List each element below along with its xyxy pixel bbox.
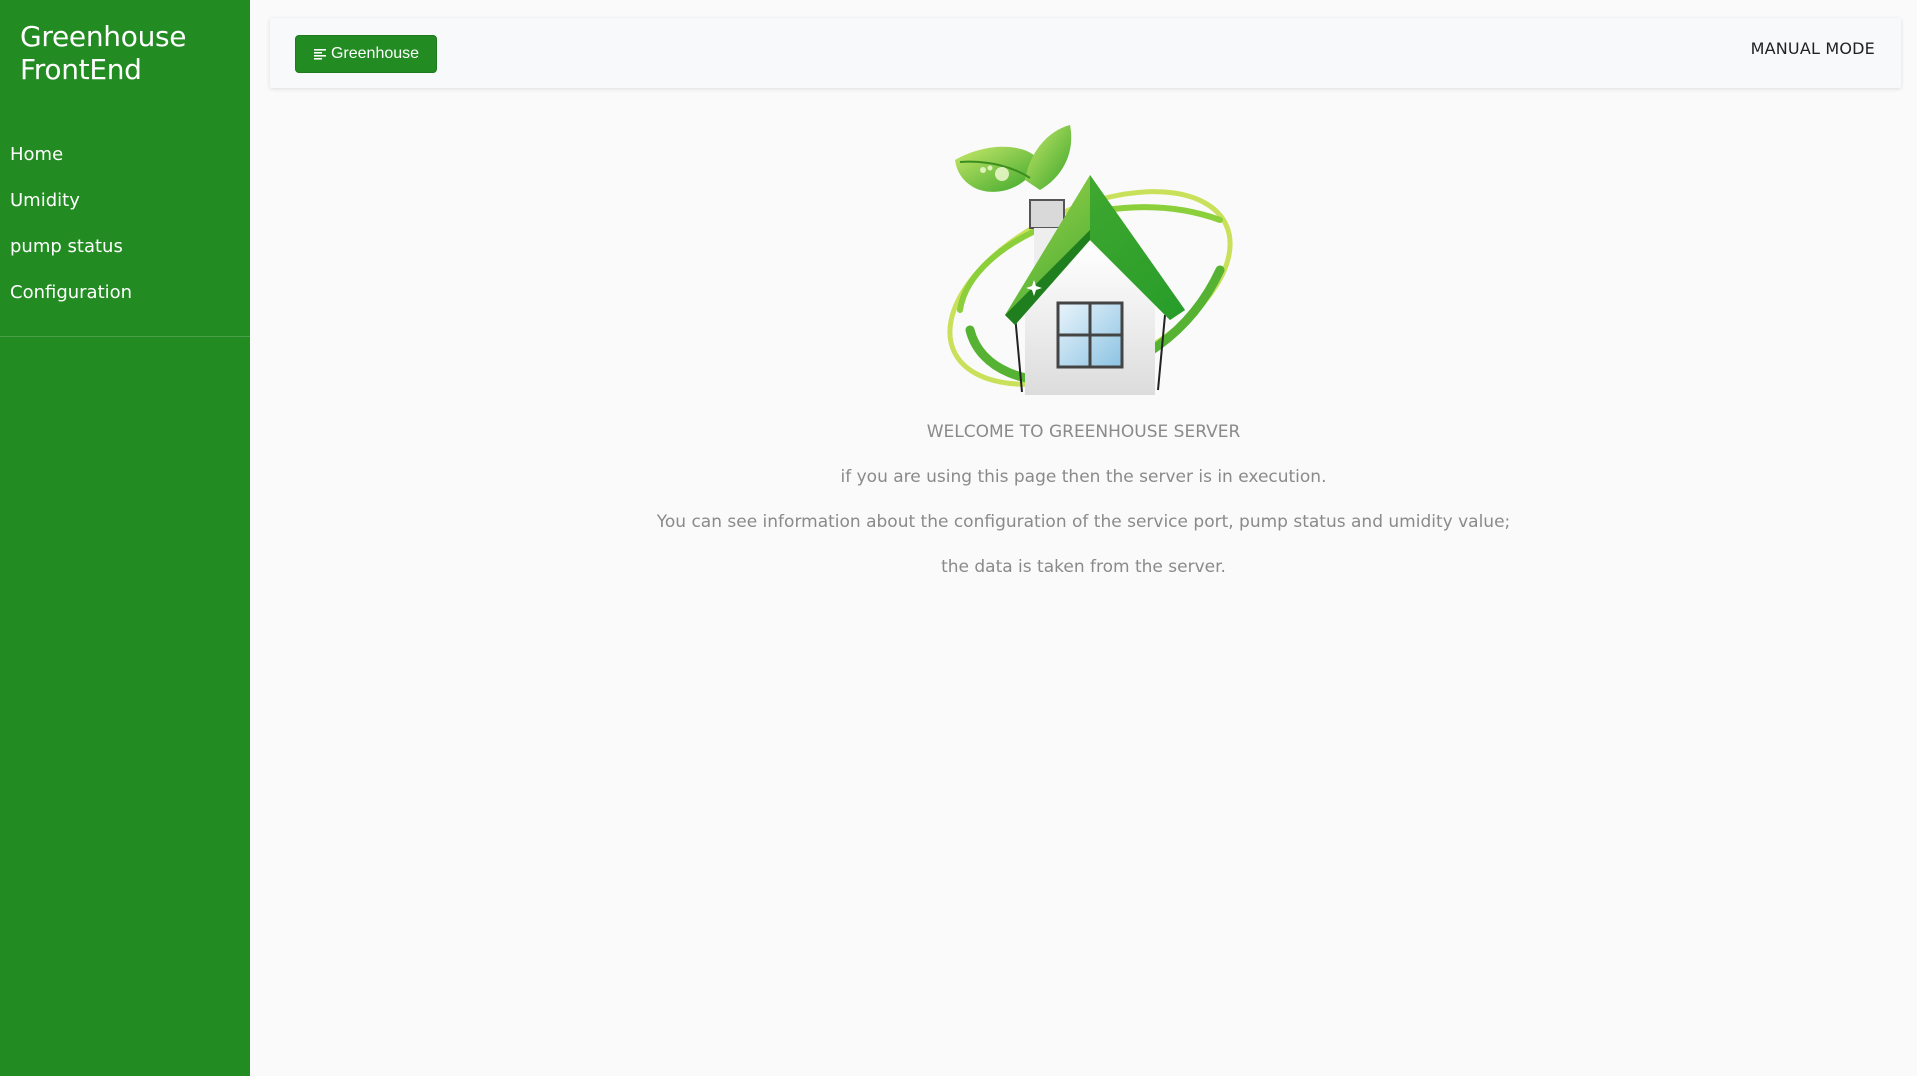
welcome-text-block: WELCOME TO GREENHOUSE SERVER if you are …	[250, 410, 1917, 590]
sidebar-item-configuration[interactable]: Configuration	[0, 270, 250, 316]
greenhouse-logo	[930, 120, 1250, 410]
house-leaf-logo-icon	[947, 125, 1233, 395]
sidebar-toggle-button[interactable]: Greenhouse	[295, 35, 437, 73]
welcome-line-3: the data is taken from the server.	[941, 557, 1226, 577]
welcome-title: WELCOME TO GREENHOUSE SERVER	[926, 422, 1241, 442]
menu-align-left-icon	[313, 49, 326, 60]
sidebar-item-umidity[interactable]: Umidity	[0, 178, 250, 224]
main-content: Greenhouse MANUAL MODE WELCOME TO GREENH…	[250, 0, 1917, 1076]
sidebar-toggle-label: Greenhouse	[330, 45, 420, 62]
app-root: Greenhouse FrontEnd Home Umidity pump st…	[0, 0, 1917, 1076]
brand-line-2: FrontEnd	[20, 53, 142, 86]
manual-mode-link[interactable]: MANUAL MODE	[1751, 39, 1875, 58]
sidebar-brand: Greenhouse FrontEnd	[0, 0, 250, 132]
sidebar-item-home[interactable]: Home	[0, 132, 250, 178]
welcome-line-2: You can see information about the config…	[656, 512, 1511, 532]
top-navbar: Greenhouse MANUAL MODE	[270, 18, 1901, 88]
sidebar: Greenhouse FrontEnd Home Umidity pump st…	[0, 0, 250, 1076]
sidebar-item-pump-status[interactable]: pump status	[0, 224, 250, 270]
brand-line-1: Greenhouse	[20, 20, 187, 53]
sidebar-nav: Home Umidity pump status Configuration	[0, 132, 250, 337]
welcome-line-1: if you are using this page then the serv…	[840, 467, 1327, 487]
